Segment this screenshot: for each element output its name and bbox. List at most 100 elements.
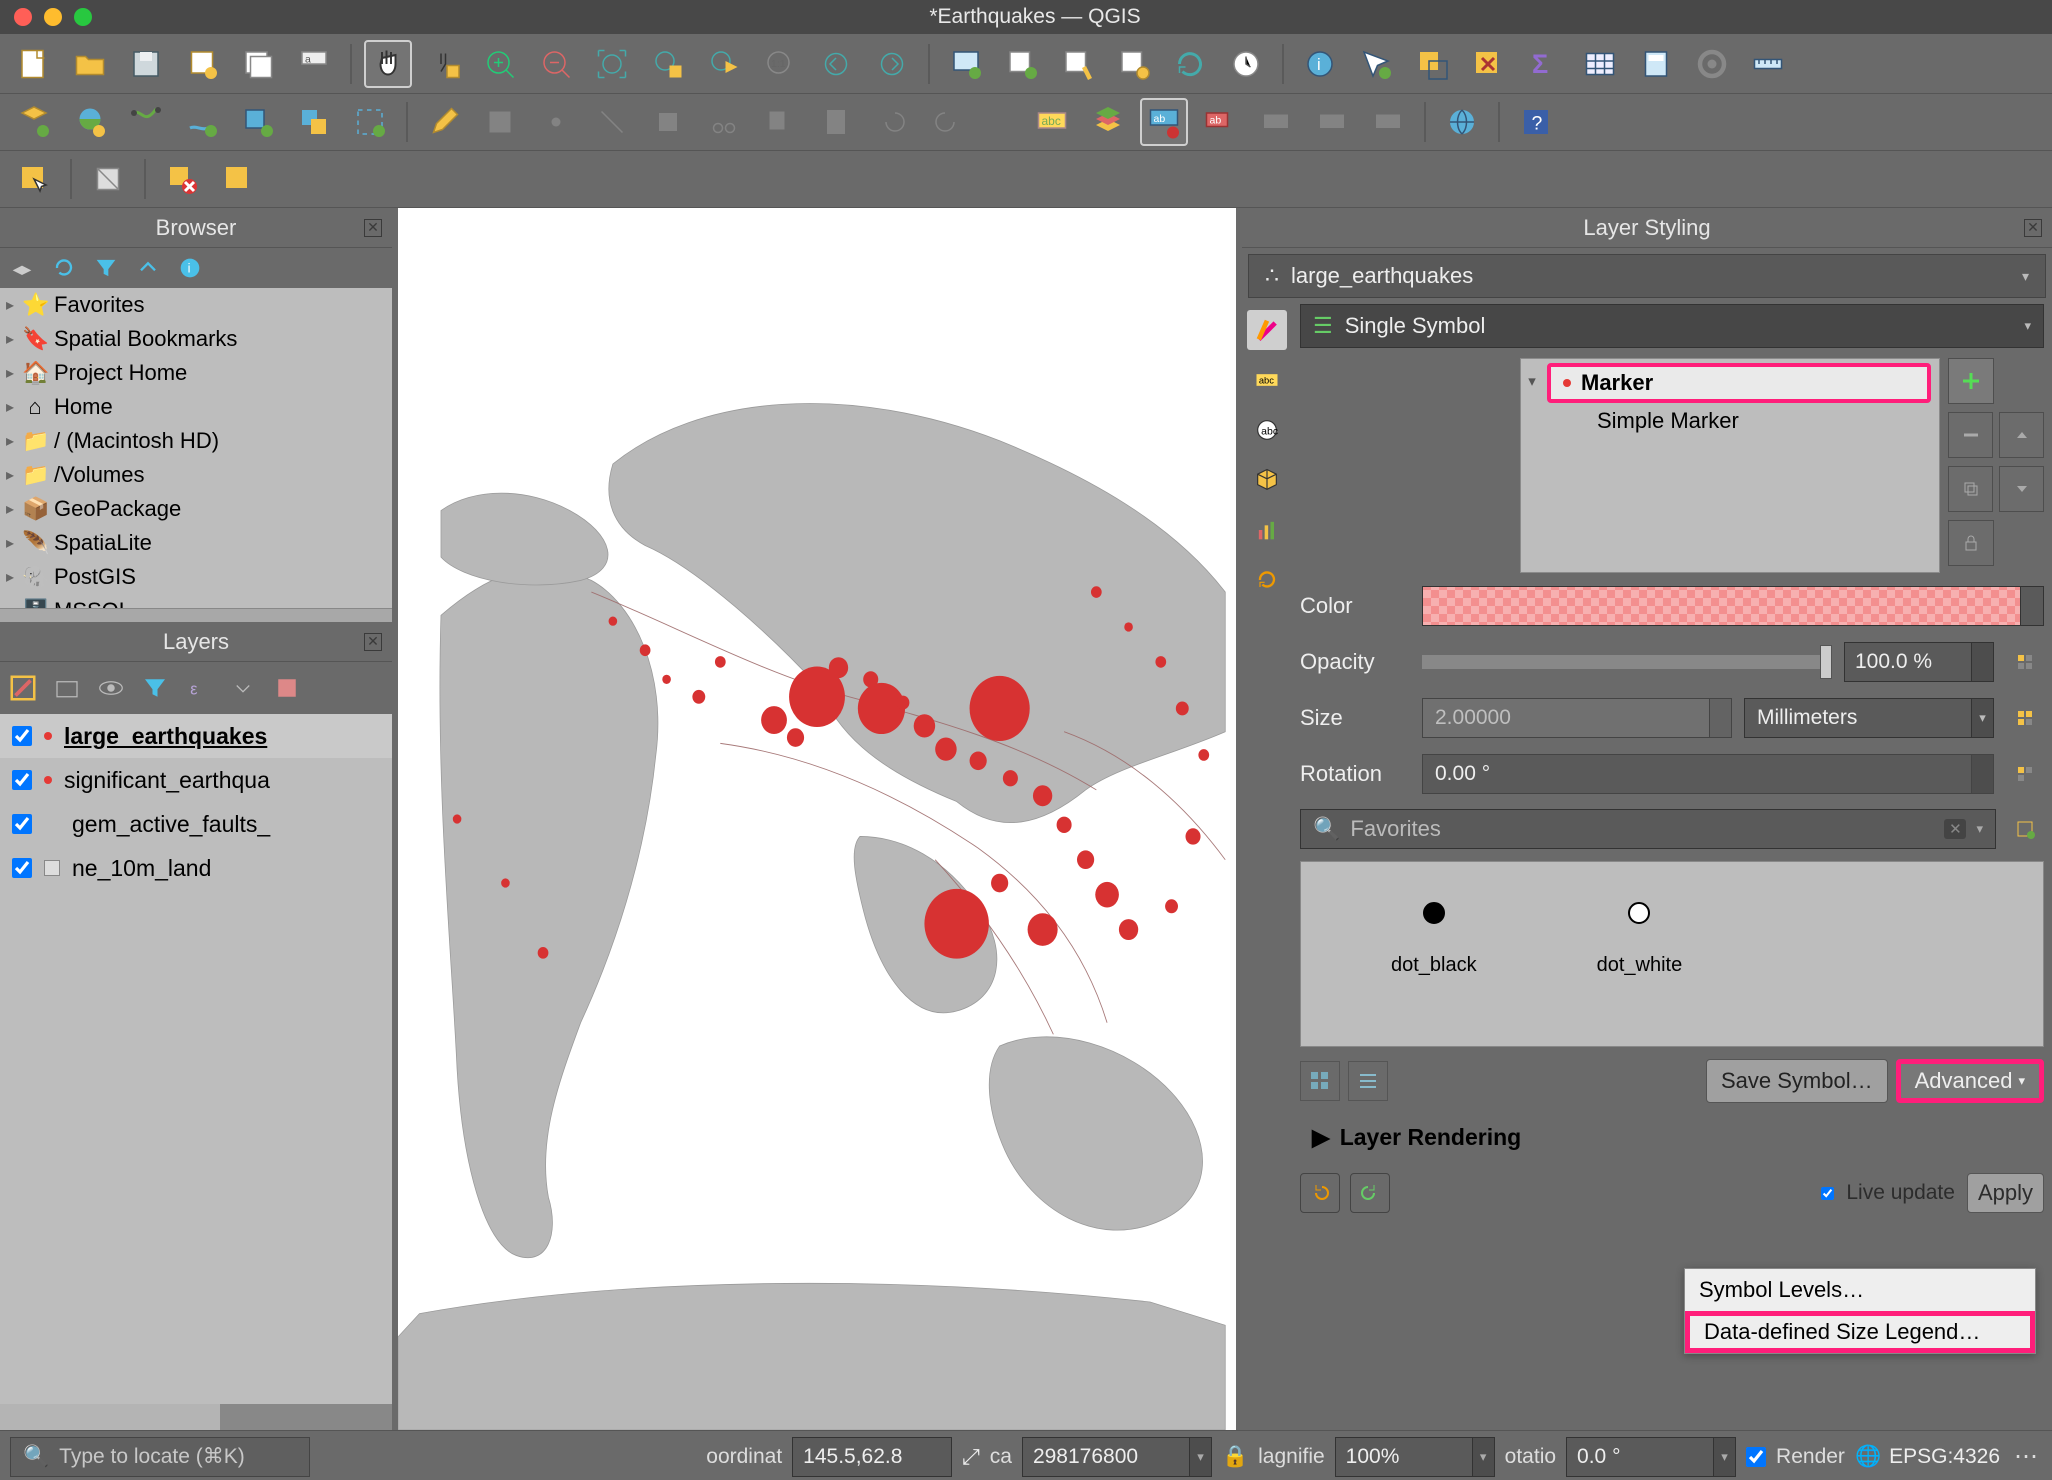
clock-icon[interactable] <box>1222 40 1270 88</box>
layer-styling-close-button[interactable]: ✕ <box>2024 219 2042 237</box>
size-unit-selector[interactable]: Millimeters▾ <box>1744 698 1994 738</box>
add-symbol-layer-button[interactable] <box>1948 358 1994 404</box>
zoom-native-icon[interactable]: 1:1 <box>756 40 804 88</box>
action-icon[interactable] <box>1352 40 1400 88</box>
data-defined-override-icon[interactable] <box>2006 699 2044 737</box>
new-geopackage-icon[interactable] <box>178 98 226 146</box>
marker-child-item[interactable]: Simple Marker <box>1521 403 1939 439</box>
invert-selection-icon[interactable] <box>158 155 206 203</box>
clear-search-icon[interactable]: ✕ <box>1944 819 1966 839</box>
move-up-button[interactable] <box>1999 412 2044 458</box>
color-button[interactable] <box>1422 586 2044 626</box>
new-map-view-icon[interactable] <box>942 40 990 88</box>
browser-item-favorites[interactable]: ▸⭐Favorites <box>0 288 392 322</box>
marker-root-item[interactable]: Marker <box>1547 363 1931 403</box>
zoom-selection-icon[interactable] <box>644 40 692 88</box>
zoom-in-icon[interactable] <box>476 40 524 88</box>
add-vector-layer-icon[interactable] <box>10 98 58 146</box>
visibility-icon[interactable] <box>96 673 126 703</box>
statistics-icon[interactable]: Σ <box>1520 40 1568 88</box>
redo-style-button[interactable] <box>1350 1173 1390 1213</box>
move-down-button[interactable] <box>1999 466 2044 512</box>
layer-checkbox[interactable] <box>12 770 32 790</box>
magnifier-input[interactable]: 100%▾ <box>1335 1437 1495 1477</box>
minimize-window-icon[interactable] <box>44 8 62 26</box>
undo-style-button[interactable] <box>1300 1173 1340 1213</box>
save-symbol-button[interactable]: Save Symbol… <box>1706 1059 1888 1103</box>
style-manager-link-icon[interactable] <box>2006 810 2044 848</box>
browser-item-home[interactable]: ▸⌂Home <box>0 390 392 424</box>
properties-icon[interactable]: i <box>176 254 204 282</box>
label-abc1-icon[interactable]: abc <box>1028 98 1076 146</box>
apply-button[interactable]: Apply <box>1967 1173 2044 1213</box>
filter-browser-icon[interactable] <box>92 254 120 282</box>
new-project-icon[interactable] <box>10 40 58 88</box>
collapse-all-icon[interactable] <box>134 254 162 282</box>
layer-rendering-header[interactable]: ▶ Layer Rendering <box>1300 1115 2044 1159</box>
layers-list[interactable]: large_earthquakes significant_earthqua g… <box>0 714 392 1404</box>
icon-view-button[interactable] <box>1300 1061 1340 1101</box>
browser-item-postgis[interactable]: ▸🐘PostGIS <box>0 560 392 594</box>
selection-tool-icon[interactable] <box>10 155 58 203</box>
list-view-button[interactable] <box>1348 1061 1388 1101</box>
attribute-table-icon[interactable] <box>1576 40 1624 88</box>
save-project-icon[interactable] <box>122 40 170 88</box>
render-checkbox[interactable] <box>1746 1447 1766 1467</box>
zoom-next-icon[interactable] <box>868 40 916 88</box>
deselect-all-icon[interactable] <box>84 155 132 203</box>
close-window-icon[interactable] <box>14 8 32 26</box>
styling-layer-selector[interactable]: ∴ large_earthquakes ▾ <box>1248 254 2046 298</box>
symbol-mode-selector[interactable]: ☰ Single Symbol ▾ <box>1300 304 2044 348</box>
browser-item-spatialite[interactable]: ▸🪶SpatiaLite <box>0 526 392 560</box>
open-project-icon[interactable] <box>66 40 114 88</box>
expression-icon[interactable]: ε <box>184 673 214 703</box>
edit-toggle-icon[interactable] <box>420 98 468 146</box>
symbol-preset-dot-black[interactable]: dot_black <box>1391 902 1477 1036</box>
browser-item-geopackage[interactable]: ▸📦GeoPackage <box>0 492 392 526</box>
favorites-grid[interactable]: dot_black dot_white <box>1300 861 2044 1047</box>
rotation-status-input[interactable]: 0.0 °▾ <box>1566 1437 1736 1477</box>
print-layout-icon[interactable] <box>178 40 226 88</box>
crs-button[interactable]: 🌐 EPSG:4326 <box>1855 1445 2000 1469</box>
new-spatialite-icon[interactable] <box>234 98 282 146</box>
temporal-controller-icon[interactable] <box>1110 40 1158 88</box>
menu-item-symbol-levels[interactable]: Symbol Levels… <box>1685 1269 2035 1311</box>
pan-to-selection-icon[interactable] <box>420 40 468 88</box>
scale-input[interactable]: 298176800▾ <box>1022 1437 1212 1477</box>
measure-icon[interactable] <box>1744 40 1792 88</box>
diagrams-tab-icon[interactable] <box>1247 510 1287 550</box>
rotation-input[interactable]: 0.00 ° <box>1422 754 1994 794</box>
browser-item-volumes[interactable]: ▸📁/Volumes <box>0 458 392 492</box>
field-calculator-icon[interactable] <box>1632 40 1680 88</box>
zoom-last-icon[interactable] <box>812 40 860 88</box>
history-tab-icon[interactable] <box>1247 560 1287 600</box>
browser-item-root[interactable]: ▸📁/ (Macintosh HD) <box>0 424 392 458</box>
expand-icon[interactable] <box>228 673 258 703</box>
collapse-arrow-icon[interactable]: ▾ <box>1521 372 1543 390</box>
add-raster-layer-icon[interactable] <box>66 98 114 146</box>
labels-tab-icon[interactable]: abc <box>1247 360 1287 400</box>
lock-button[interactable] <box>1948 520 1994 566</box>
layer-row[interactable]: ne_10m_land <box>0 846 392 890</box>
add-group-icon[interactable] <box>52 673 82 703</box>
menu-item-data-defined-size-legend[interactable]: Data-defined Size Legend… <box>1685 1311 2035 1353</box>
symbol-preset-dot-white[interactable]: dot_white <box>1597 902 1683 1036</box>
browser-item-bookmarks[interactable]: ▸🔖Spatial Bookmarks <box>0 322 392 356</box>
data-defined-override-icon[interactable] <box>2006 755 2044 793</box>
masks-tab-icon[interactable]: abc <box>1247 410 1287 450</box>
zoom-out-icon[interactable] <box>532 40 580 88</box>
size-input[interactable]: 2.00000 <box>1422 698 1732 738</box>
layer-row[interactable]: gem_active_faults_ <box>0 802 392 846</box>
browser-item-mssql[interactable]: ▸🗄️MSSQL <box>0 594 392 608</box>
zoom-full-icon[interactable] <box>588 40 636 88</box>
new-bookmark-icon[interactable] <box>998 40 1046 88</box>
select-by-expression-icon[interactable] <box>214 155 262 203</box>
layer-checkbox[interactable] <box>12 726 32 746</box>
layer-row[interactable]: large_earthquakes <box>0 714 392 758</box>
locator-input[interactable]: 🔍 Type to locate (⌘K) <box>10 1437 310 1477</box>
browser-item-project-home[interactable]: ▸🏠Project Home <box>0 356 392 390</box>
label-diagram-icon[interactable] <box>1084 98 1132 146</box>
open-styling-icon[interactable] <box>8 673 38 703</box>
filter-legend-icon[interactable] <box>140 673 170 703</box>
remove-layer-icon[interactable] <box>272 673 302 703</box>
